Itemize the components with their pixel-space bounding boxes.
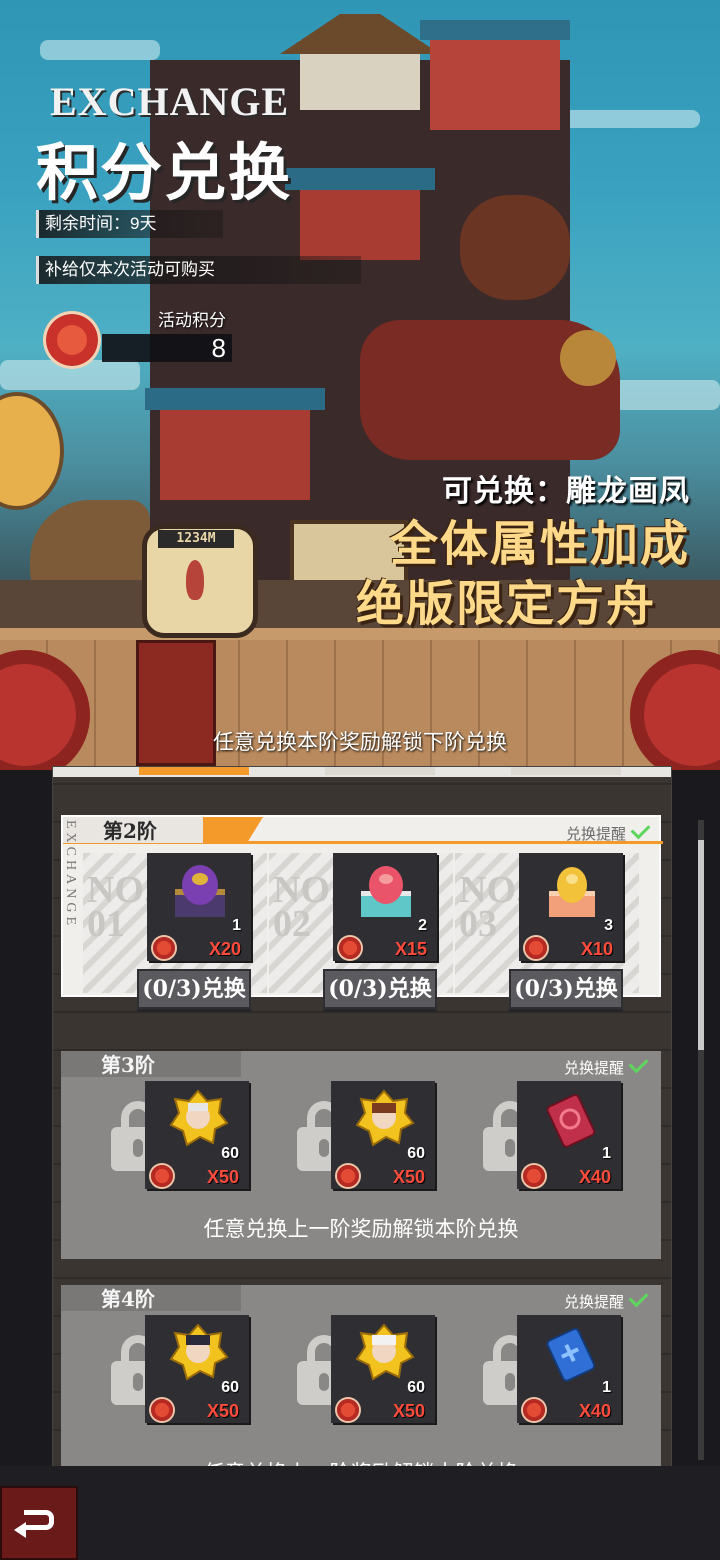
reward-cost: X50 [392,1167,425,1187]
reward-cost: X40 [578,1167,611,1187]
coin-icon [153,937,175,959]
slot-number: 01 [87,903,125,945]
character-shard-icon [355,1323,415,1381]
reward-cost: X50 [392,1401,425,1421]
reward-cost: X15 [394,939,427,959]
locked-slot-1: 60 X50 [81,1315,265,1455]
unlock-hint-top: 任意兑换本阶奖励解锁下阶兑换 [213,731,507,754]
exchange-list[interactable]: 第2阶 兑换提醒 NO. 01 1 X20 (0/3)兑换 NO. 02 2 X… [52,766,672,1468]
locked-slot-3: 1 X40 [453,1081,637,1221]
pink-egg-box-icon [361,866,411,917]
exchange-button[interactable]: (0/3)兑换 [323,969,437,1009]
remind-label: 兑换提醒 [563,1294,624,1311]
reward-count: 60 [221,1145,239,1162]
tier-label: 第3阶 [61,1051,241,1077]
tier-3: 第3阶 兑换提醒 60 X50 60 X50 1 X40 任意兑换上一阶奖励解锁… [61,1051,661,1259]
reward-cost: X50 [206,1167,239,1187]
exchange-slot-3: NO. 03 3 X10 (0/3)兑换 [455,853,639,1009]
reward-cost: X20 [208,939,241,959]
coin-icon [523,1399,545,1421]
gold-egg-box-icon [549,867,595,917]
remind-toggle[interactable]: 兑换提醒 [565,819,651,844]
coin-icon [339,937,361,959]
tier-label: 第4阶 [61,1285,241,1311]
reward-card[interactable]: 3 X10 [519,853,623,961]
event-banner: 1234M EXCHANGE 积分兑换 剩余时间：9天 补给仅本次活动可购买 活… [0,0,720,770]
locked-hint: 任意兑换上一阶奖励解锁本阶兑换 [203,1218,519,1241]
reward-card[interactable]: 1 X40 [517,1081,621,1189]
remind-toggle[interactable]: 兑换提醒 [563,1287,649,1312]
blue-ticket-icon [546,1328,596,1382]
side-event-badge[interactable] [0,392,64,510]
reward-card[interactable]: 60 X50 [145,1315,249,1423]
bottom-bar [0,1466,720,1560]
slot-number: 02 [273,903,311,945]
purple-egg-box-icon [175,865,225,917]
reward-card[interactable]: 60 X50 [145,1081,249,1189]
tier-label: 第2阶 [63,817,263,843]
locked-slot-2: 60 X50 [267,1315,451,1455]
reward-card[interactable]: 1 X20 [147,853,251,961]
exchange-button[interactable]: (0/3)兑换 [137,969,251,1009]
exchange-slot-2: NO. 02 2 X15 (0/3)兑换 [269,853,453,1009]
coin-icon [151,1399,173,1421]
back-button[interactable] [0,1486,78,1560]
tier-2: 第2阶 兑换提醒 NO. 01 1 X20 (0/3)兑换 NO. 02 2 X… [61,815,663,1009]
reward-count: 1 [602,1379,611,1396]
coin-icon [523,1165,545,1187]
coin-icon [337,1165,359,1187]
reward-cost: X10 [580,939,613,959]
promo-line-2: 绝版限定方舟 [355,576,656,632]
page-title: 积分兑换 [36,136,293,209]
side-watermark: EXCHANGE [63,820,78,929]
coin-icon [337,1399,359,1421]
reward-count: 3 [604,917,613,934]
reward-count: 1 [232,917,241,934]
title-english: EXCHANGE [50,79,290,124]
reward-count: 2 [418,917,427,934]
coin-icon [525,937,547,959]
reward-cost: X40 [578,1401,611,1421]
reward-count: 1 [602,1145,611,1162]
locked-slot-1: 60 X50 [81,1081,265,1221]
reward-count: 60 [221,1379,239,1396]
character-shard-icon [355,1089,415,1147]
supply-note: 补给仅本次活动可购买 [36,256,361,284]
exchange-button[interactable]: (0/3)兑换 [509,969,623,1009]
points-label: 活动积分 [158,311,226,330]
reward-card[interactable]: 1 X40 [517,1315,621,1423]
locked-slot-2: 60 X50 [267,1081,451,1221]
points-coin-icon [46,314,98,366]
scrollbar-thumb[interactable] [698,840,704,1050]
points-value: 8 [102,334,232,362]
remind-label: 兑换提醒 [565,826,626,843]
check-icon [630,819,651,840]
red-ticket-icon [546,1094,596,1148]
character-shard-icon [169,1323,229,1381]
check-icon [628,1053,649,1074]
character-shard-icon [169,1089,229,1147]
exchange-slot-1: NO. 01 1 X20 (0/3)兑换 [83,853,267,1009]
remind-toggle[interactable]: 兑换提醒 [563,1053,649,1078]
reward-card[interactable]: 60 X50 [331,1315,435,1423]
reward-card[interactable]: 60 X50 [331,1081,435,1189]
reward-count: 60 [407,1379,425,1396]
tier-4: 第4阶 兑换提醒 60 X50 60 X50 1 X40 [61,1285,661,1467]
coin-icon [151,1165,173,1187]
reward-cost: X50 [206,1401,239,1421]
remaining-time: 剩余时间：9天 [36,210,223,238]
locked-slot-3: 1 X40 [453,1315,637,1455]
remind-label: 兑换提醒 [563,1060,624,1077]
slot-number: 03 [459,903,497,945]
reward-count: 60 [407,1145,425,1162]
check-icon [628,1287,649,1308]
reward-card[interactable]: 2 X15 [333,853,437,961]
clock-readout: 1234M [158,530,234,548]
